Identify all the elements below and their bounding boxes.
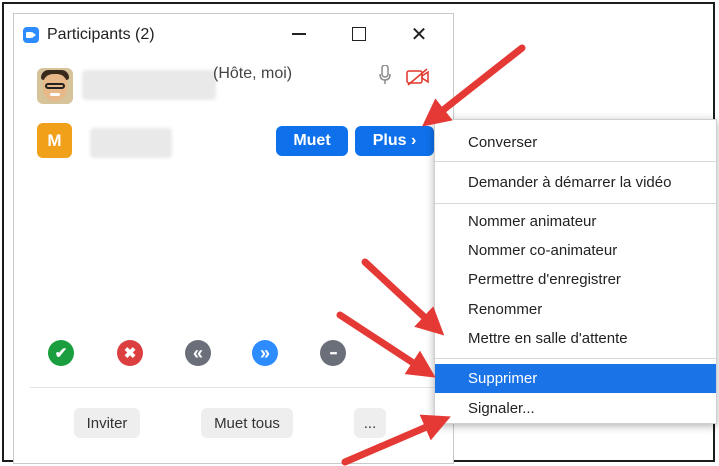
menu-item-make-cohost[interactable]: Nommer co-animateur [435,236,716,265]
window-title: Participants (2) [47,26,155,43]
menu-separator [435,358,716,359]
minimize-button[interactable] [276,14,322,54]
microphone-icon[interactable] [379,65,391,85]
more-options-button[interactable]: Plus › [355,126,434,156]
menu-item-allow-record[interactable]: Permettre d'enregistrer [435,265,716,294]
rewind-icon[interactable]: « [185,340,211,366]
maximize-icon [352,27,366,41]
title-bar: Participants (2) ✕ [14,14,453,54]
menu-item-waiting-room[interactable]: Mettre en salle d'attente [435,324,716,353]
menu-item-rename[interactable]: Renommer [435,295,716,324]
menu-item-remove[interactable]: Supprimer [435,364,716,393]
menu-separator [435,203,716,204]
mute-participant-button[interactable]: Muet [276,126,348,156]
host-name-redacted [82,70,216,100]
mute-all-button[interactable]: Muet tous [201,408,293,438]
host-role-label: (Hôte, moi) [213,65,293,82]
menu-item-ask-start-video[interactable]: Demander à démarrer la vidéo [435,168,716,197]
more-icon[interactable]: ••• [320,340,346,366]
footer-divider [30,387,441,388]
participant-avatar: M [37,123,72,158]
participant-context-menu: Converser Demander à démarrer la vidéo N… [434,119,717,424]
close-icon: ✕ [410,23,428,46]
x-icon[interactable]: ✖ [117,340,143,366]
zoom-app-icon [23,27,39,43]
menu-item-make-host[interactable]: Nommer animateur [435,207,716,236]
check-icon[interactable]: ✔ [48,340,74,366]
menu-separator [435,161,716,162]
menu-item-report[interactable]: Signaler... [435,394,716,423]
participant-name-redacted [90,128,172,158]
minimize-icon [292,33,306,35]
fast-forward-icon[interactable]: » [252,340,278,366]
invite-button[interactable]: Inviter [74,408,140,438]
close-button[interactable]: ✕ [396,14,442,54]
menu-item-chat[interactable]: Converser [435,128,716,157]
host-avatar [37,68,73,104]
video-off-icon[interactable] [406,68,430,86]
footer-more-button[interactable]: ... [354,408,386,438]
maximize-button[interactable] [336,14,382,54]
